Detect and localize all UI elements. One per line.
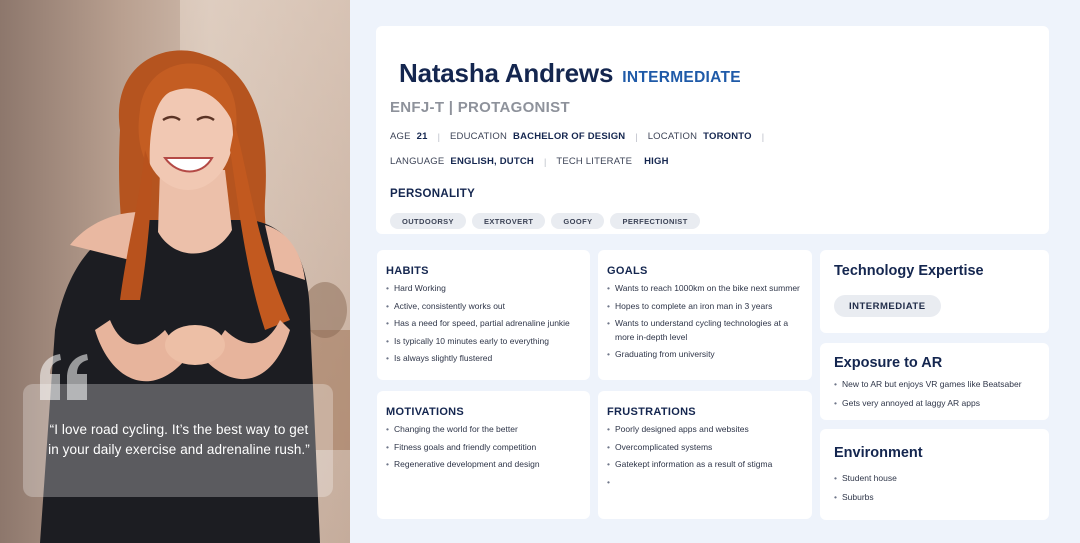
personality-type: ENFJ-T | PROTAGONIST [390,99,570,116]
list-item: Hopes to complete an iron man in 3 years [607,300,802,314]
list-item: Gatekept information as a result of stig… [607,458,802,472]
environment-card: Environment Student house Suburbs [820,429,1049,520]
personality-tag: GOOFY [551,213,605,229]
habits-title: HABITS [386,265,429,277]
technology-expertise-card: Technology Expertise INTERMEDIATE [820,250,1049,333]
persona-level: INTERMEDIATE [622,69,741,86]
age-value: 21 [416,131,428,142]
language-value: ENGLISH, DUTCH [450,156,534,167]
personality-tags: OUTDOORSY EXTROVERT GOOFY PERFECTIONIST [390,213,700,229]
meta-row-skills: LANGUAGE ENGLISH, DUTCH | TECH LITERATE … [390,156,669,167]
environment-title: Environment [834,445,923,461]
habits-list: Hard Working Active, consistently works … [386,282,580,370]
profile-card: Natasha Andrews INTERMEDIATE ENFJ-T | PR… [376,26,1049,234]
age-label: AGE [390,131,411,142]
exposure-to-ar-title: Exposure to AR [834,355,943,371]
list-item: Student house [834,472,1039,486]
list-item: Graduating from university [607,348,802,362]
list-item: Gets very annoyed at laggy AR apps [834,397,1039,411]
personality-title: PERSONALITY [390,188,476,200]
environment-list: Student house Suburbs [834,472,1039,509]
list-item: Active, consistently works out [386,300,580,314]
frustrations-list: Poorly designed apps and websites Overco… [607,423,802,489]
name-row: Natasha Andrews INTERMEDIATE [399,58,741,89]
list-item: Has a need for speed, partial adrenaline… [386,317,580,331]
technology-expertise-title: Technology Expertise [834,263,984,279]
frustrations-card: FRUSTRATIONS Poorly designed apps and we… [598,391,812,519]
exposure-to-ar-list: New to AR but enjoys VR games like Beats… [834,378,1039,415]
personality-tag: EXTROVERT [471,213,546,229]
persona-photo: “I love road cycling. It’s the best way … [0,0,350,543]
list-item: Fitness goals and friendly competition [386,441,580,455]
tech-literate-value: HIGH [644,156,669,167]
goals-card: GOALS Wants to reach 1000km on the bike … [598,250,812,380]
personality-tag: PERFECTIONIST [610,213,700,229]
list-item: Is always slightly flustered [386,352,580,366]
goals-list: Wants to reach 1000km on the bike next s… [607,282,802,366]
motivations-card: MOTIVATIONS Changing the world for the b… [377,391,590,519]
persona-quote: “I love road cycling. It’s the best way … [48,422,310,457]
motivations-title: MOTIVATIONS [386,406,465,418]
list-item: Hard Working [386,282,580,296]
location-value: TORONTO [703,131,752,142]
personality-tag: OUTDOORSY [390,213,466,229]
persona-name: Natasha Andrews [399,58,614,88]
list-item: Wants to reach 1000km on the bike next s… [607,282,802,296]
technology-expertise-level: INTERMEDIATE [834,295,941,317]
language-label: LANGUAGE [390,156,445,167]
quote-card: “I love road cycling. It’s the best way … [23,384,333,497]
meta-divider: | [635,131,638,142]
education-label: EDUCATION [449,131,508,142]
education-value: BACHELOR OF DESIGN [513,131,626,142]
list-item: Suburbs [834,491,1039,505]
exposure-to-ar-card: Exposure to AR New to AR but enjoys VR g… [820,343,1049,420]
list-item: Regenerative development and design [386,458,580,472]
meta-divider: | [761,131,765,142]
list-item: New to AR but enjoys VR games like Beats… [834,378,1039,392]
list-item: Overcomplicated systems [607,441,802,455]
habits-card: HABITS Hard Working Active, consistently… [377,250,590,380]
goals-title: GOALS [607,265,648,277]
motivations-list: Changing the world for the better Fitnes… [386,423,580,476]
meta-row-demographics: AGE 21 | EDUCATION BACHELOR OF DESIGN | … [390,131,774,142]
tech-literate-label: TECH LITERATE [556,156,633,167]
list-item: Poorly designed apps and websites [607,423,802,437]
meta-divider: | [543,156,547,167]
list-item: Is typically 10 minutes early to everyth… [386,335,580,349]
list-item: Wants to understand cycling technologies… [607,317,802,344]
location-label: LOCATION [647,131,698,142]
list-item: Changing the world for the better [386,423,580,437]
frustrations-title: FRUSTRATIONS [607,406,696,418]
meta-divider: | [437,131,440,142]
